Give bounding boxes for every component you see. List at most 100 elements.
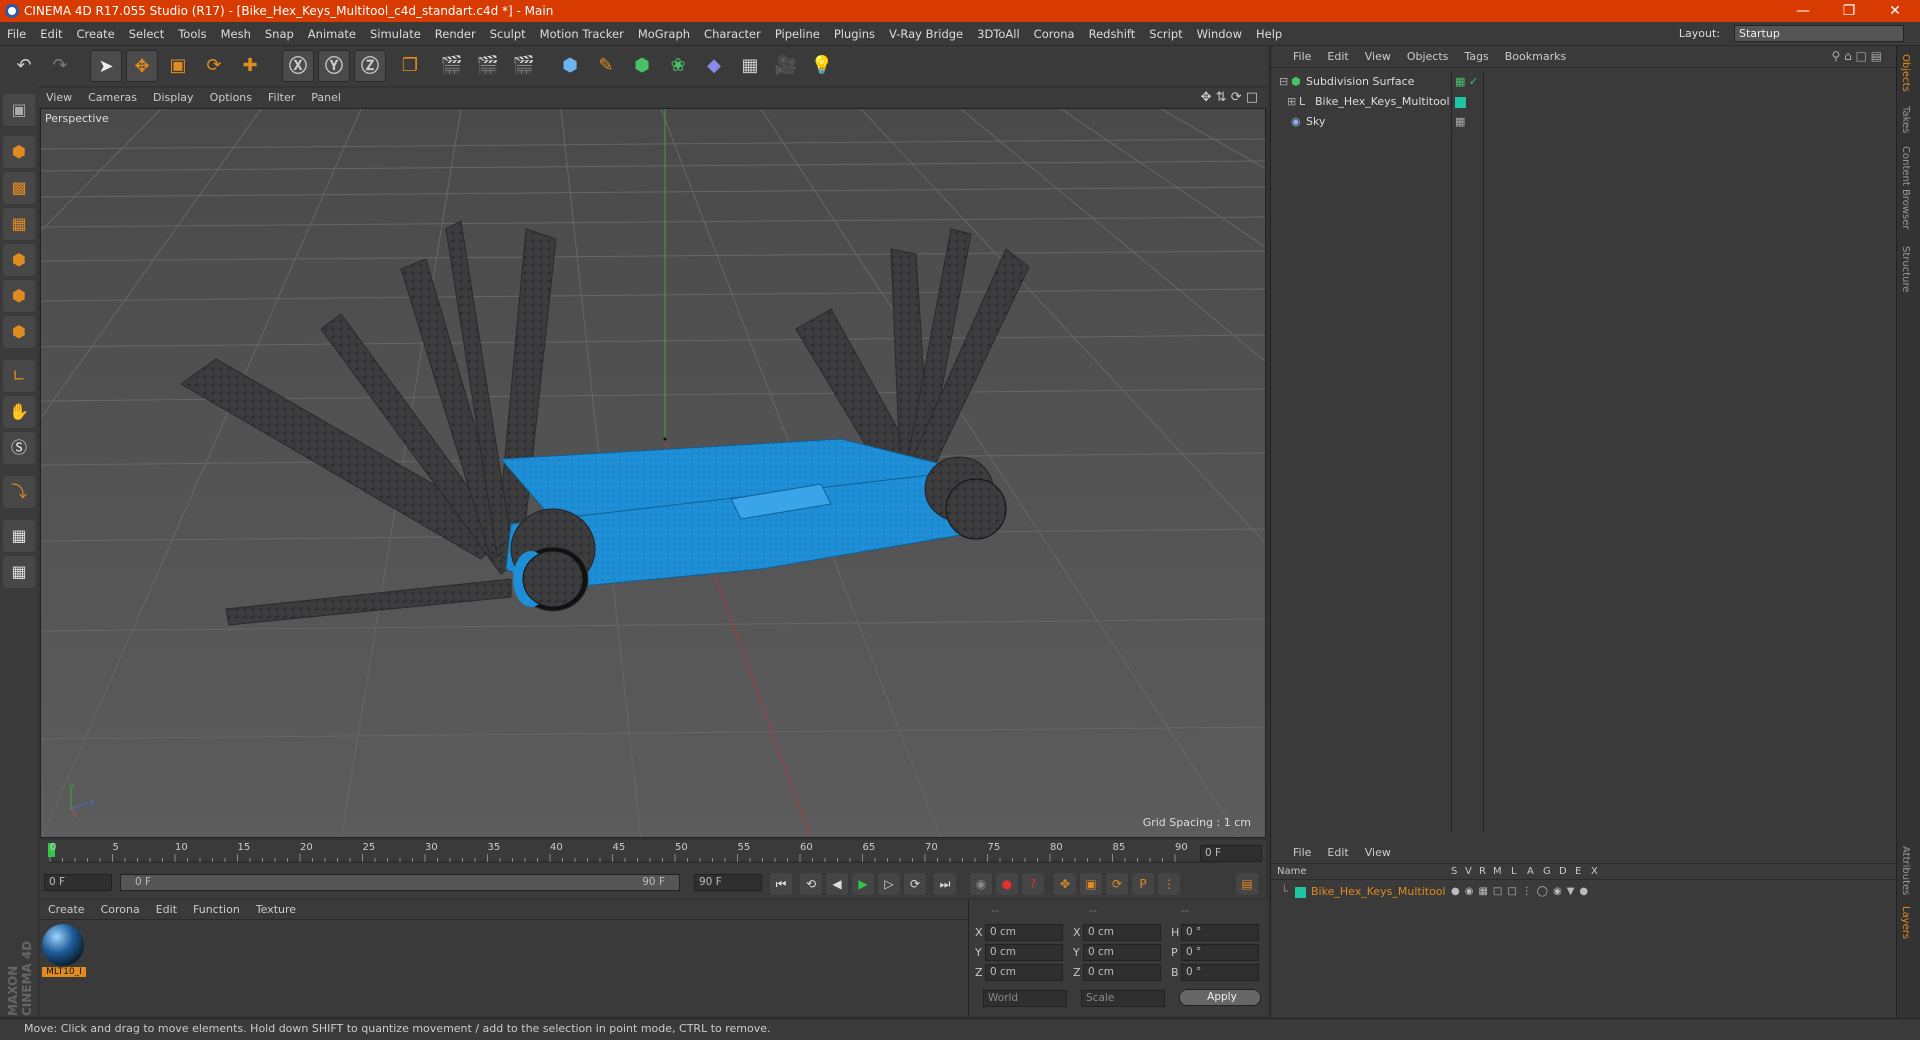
material-menu-function[interactable]: Function xyxy=(185,900,248,920)
timeline-window-icon[interactable]: ▤ xyxy=(1236,873,1258,895)
magnet-icon[interactable]: ⤵ xyxy=(3,476,35,508)
coord-position-y-field[interactable]: 0 cm xyxy=(985,944,1063,961)
coord-size-x-field[interactable]: 0 cm xyxy=(1083,924,1161,941)
material-menu-texture[interactable]: Texture xyxy=(248,900,304,920)
end-frame-field[interactable]: 90 F xyxy=(694,874,762,891)
viewport-menu-options[interactable]: Options xyxy=(202,88,260,108)
menu-redshift[interactable]: Redshift xyxy=(1082,22,1143,46)
coord-size-y-field[interactable]: 0 cm xyxy=(1083,944,1161,961)
next-frame-icon[interactable]: ▷ xyxy=(878,873,900,895)
object-row-sky[interactable]: ◉ Sky ▦ xyxy=(1271,112,1871,131)
menu-render[interactable]: Render xyxy=(428,22,483,46)
om-menu-view[interactable]: View xyxy=(1357,46,1399,68)
menu-create[interactable]: Create xyxy=(70,22,122,46)
workplane-align-icon[interactable]: ▦ xyxy=(3,556,35,588)
menu-script[interactable]: Script xyxy=(1142,22,1189,46)
coord-position-z-field[interactable]: 0 cm xyxy=(985,964,1063,981)
redo-icon[interactable]: ↷ xyxy=(44,50,76,82)
key-rotation-icon[interactable]: ⟳ xyxy=(1106,873,1128,895)
menu-tools[interactable]: Tools xyxy=(171,22,213,46)
light-icon[interactable]: 💡 xyxy=(806,50,838,82)
scale-tool-icon[interactable]: ▣ xyxy=(162,50,194,82)
autokey-icon[interactable]: ? xyxy=(1022,873,1044,895)
model-mode-icon[interactable]: ⬢ xyxy=(3,136,35,168)
coord-position-x-field[interactable]: 0 cm xyxy=(985,924,1063,941)
collapse-icon[interactable]: ⊟ xyxy=(1279,72,1288,91)
side-tab-structure[interactable]: Structure xyxy=(1900,246,1911,293)
side-tab-attributes[interactable]: Attributes xyxy=(1900,846,1911,895)
om-menu-tags[interactable]: Tags xyxy=(1456,46,1496,68)
menu-character[interactable]: Character xyxy=(697,22,768,46)
viewport-menu-view[interactable]: View xyxy=(38,88,80,108)
object-row-multitool[interactable]: ⊞ L Bike_Hex_Keys_Multitool xyxy=(1271,92,1871,111)
select-arrow-icon[interactable]: ➤ xyxy=(90,50,122,82)
lm-menu-edit[interactable]: Edit xyxy=(1319,842,1356,864)
layer-tag-icon[interactable] xyxy=(1455,92,1466,111)
polygons-mode-icon[interactable]: ⬢ xyxy=(3,316,35,348)
record-icon[interactable]: ● xyxy=(996,873,1018,895)
menu-sculpt[interactable]: Sculpt xyxy=(483,22,533,46)
x-axis-lock-icon[interactable]: Ⓧ xyxy=(282,50,314,82)
texture-mode-icon[interactable]: ▩ xyxy=(3,172,35,204)
om-menu-file[interactable]: File xyxy=(1285,46,1319,68)
side-tab-takes[interactable]: Takes xyxy=(1900,106,1911,133)
menu-select[interactable]: Select xyxy=(122,22,171,46)
start-frame-field[interactable]: 0 F xyxy=(44,874,112,891)
lm-menu-file[interactable]: File xyxy=(1285,842,1319,864)
floor-icon[interactable]: ▦ xyxy=(734,50,766,82)
world-select[interactable]: World xyxy=(983,990,1067,1007)
layer-toggle-icons[interactable]: ●◉▦□□⋮◯◉▼● xyxy=(1451,882,1593,901)
prev-key-icon[interactable]: ⟲ xyxy=(800,873,822,895)
side-tab-content-browser[interactable]: Content Browser xyxy=(1900,146,1911,229)
key-position-icon[interactable]: ✥ xyxy=(1054,873,1076,895)
side-tab-layers[interactable]: Layers xyxy=(1900,906,1911,939)
z-axis-lock-icon[interactable]: Ⓩ xyxy=(354,50,386,82)
material-menu-create[interactable]: Create xyxy=(40,900,93,920)
move-tool-icon[interactable]: ✥ xyxy=(126,50,158,82)
apply-button[interactable]: Apply xyxy=(1179,989,1261,1006)
next-key-icon[interactable]: ⟳ xyxy=(904,873,926,895)
coord-rotation-b-field[interactable]: 0 ° xyxy=(1181,964,1259,981)
menu-snap[interactable]: Snap xyxy=(258,22,301,46)
last-tool-icon[interactable]: ✚ xyxy=(234,50,266,82)
object-row-subdivision[interactable]: ⊟ ⬢ Subdivision Surface ▦ ✓ xyxy=(1271,72,1871,91)
viewport-menu-display[interactable]: Display xyxy=(145,88,202,108)
cube-primitive-icon[interactable]: ⬢ xyxy=(554,50,586,82)
om-menu-edit[interactable]: Edit xyxy=(1319,46,1356,68)
material-menu-corona[interactable]: Corona xyxy=(93,900,148,920)
current-frame-field[interactable]: 0 F xyxy=(1200,845,1262,862)
menu-window[interactable]: Window xyxy=(1190,22,1249,46)
menu-edit[interactable]: Edit xyxy=(33,22,69,46)
viewport-menu-filter[interactable]: Filter xyxy=(260,88,303,108)
om-menu-bookmarks[interactable]: Bookmarks xyxy=(1497,46,1574,68)
render-settings-icon[interactable]: 🎬 xyxy=(508,50,540,82)
play-forward-icon[interactable]: ▶ xyxy=(852,873,874,895)
menu-vray-bridge[interactable]: V-Ray Bridge xyxy=(882,22,970,46)
om-search-home-icons[interactable]: ⚲ ⌂ □ ▤ xyxy=(1831,49,1882,63)
material-swatch[interactable]: MLT10_I xyxy=(42,924,86,980)
timeline-ruler[interactable]: 0 F 0 5 10 15 20 25 30 35 40 45 50 55 60 65 70 75 80 85 90 xyxy=(40,840,1266,868)
key-parameter-icon[interactable]: P xyxy=(1132,873,1154,895)
pen-spline-icon[interactable]: ✎ xyxy=(590,50,622,82)
menu-plugins[interactable]: Plugins xyxy=(827,22,882,46)
menu-file[interactable]: File xyxy=(0,22,33,46)
menu-help[interactable]: Help xyxy=(1249,22,1289,46)
menu-mesh[interactable]: Mesh xyxy=(214,22,258,46)
om-menu-objects[interactable]: Objects xyxy=(1399,46,1457,68)
maximize-button[interactable]: ❐ xyxy=(1826,0,1872,22)
render-view-icon[interactable]: 🎬 xyxy=(436,50,468,82)
material-menu-edit[interactable]: Edit xyxy=(148,900,185,920)
tweak-mode-icon[interactable]: ✋ xyxy=(3,396,35,428)
y-axis-lock-icon[interactable]: Ⓨ xyxy=(318,50,350,82)
points-mode-icon[interactable]: ⬢ xyxy=(3,244,35,276)
menu-mograph[interactable]: MoGraph xyxy=(631,22,697,46)
edges-mode-icon[interactable]: ⬢ xyxy=(3,280,35,312)
workplane-mode-icon[interactable]: ▦ xyxy=(3,208,35,240)
side-tab-objects[interactable]: Objects xyxy=(1900,54,1911,92)
camera-icon[interactable]: 🎥 xyxy=(770,50,802,82)
perspective-viewport[interactable]: y z Perspective Grid Spacing : 1 cm xyxy=(40,108,1266,838)
sky-visibility-icon[interactable]: ▦ xyxy=(1455,112,1465,131)
coordinate-system-icon[interactable]: ❐ xyxy=(394,50,426,82)
undo-icon[interactable]: ↶ xyxy=(8,50,40,82)
coord-rotation-h-field[interactable]: 0 ° xyxy=(1181,924,1259,941)
